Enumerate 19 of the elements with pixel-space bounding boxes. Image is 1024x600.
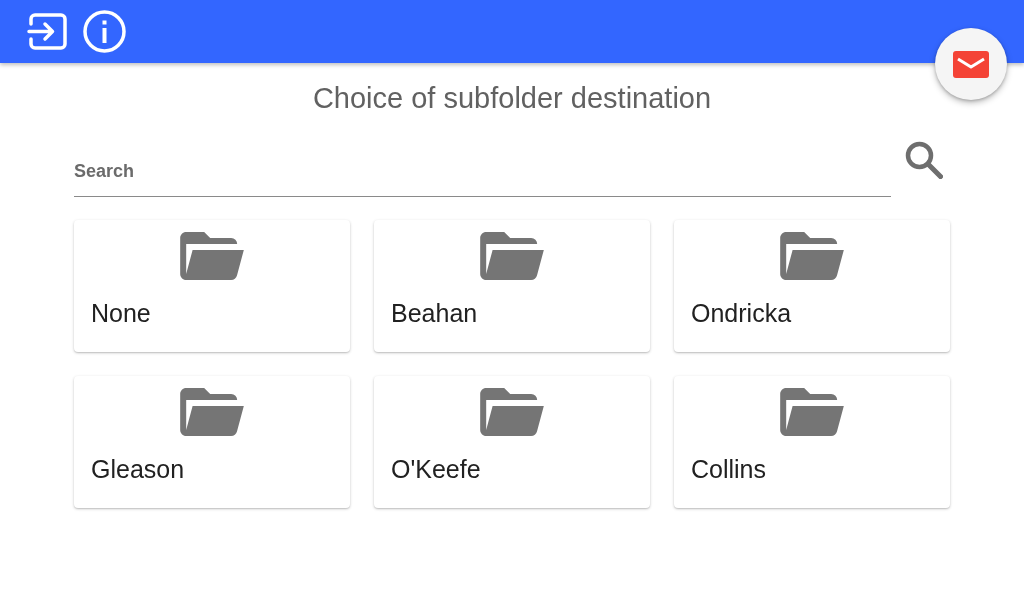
folder-card[interactable]: None xyxy=(74,220,350,352)
folder-icon xyxy=(180,232,244,280)
search-field[interactable]: Search xyxy=(74,140,891,197)
page-title: Choice of subfolder destination xyxy=(311,81,713,115)
folder-icon xyxy=(480,388,544,436)
folder-card[interactable]: Beahan xyxy=(374,220,650,352)
folder-card[interactable]: Collins xyxy=(674,376,950,508)
folder-card[interactable]: Gleason xyxy=(74,376,350,508)
folder-icon xyxy=(480,232,544,280)
folder-icon xyxy=(780,232,844,280)
folder-card[interactable]: Ondricka xyxy=(674,220,950,352)
info-icon[interactable] xyxy=(83,10,126,53)
folder-icon xyxy=(780,388,844,436)
folder-card[interactable]: O'Keefe xyxy=(374,376,650,508)
login-icon[interactable] xyxy=(27,13,67,50)
search-icon[interactable] xyxy=(905,140,943,179)
mail-icon xyxy=(953,50,989,78)
folder-icon xyxy=(180,388,244,436)
mail-button[interactable] xyxy=(935,28,1007,100)
